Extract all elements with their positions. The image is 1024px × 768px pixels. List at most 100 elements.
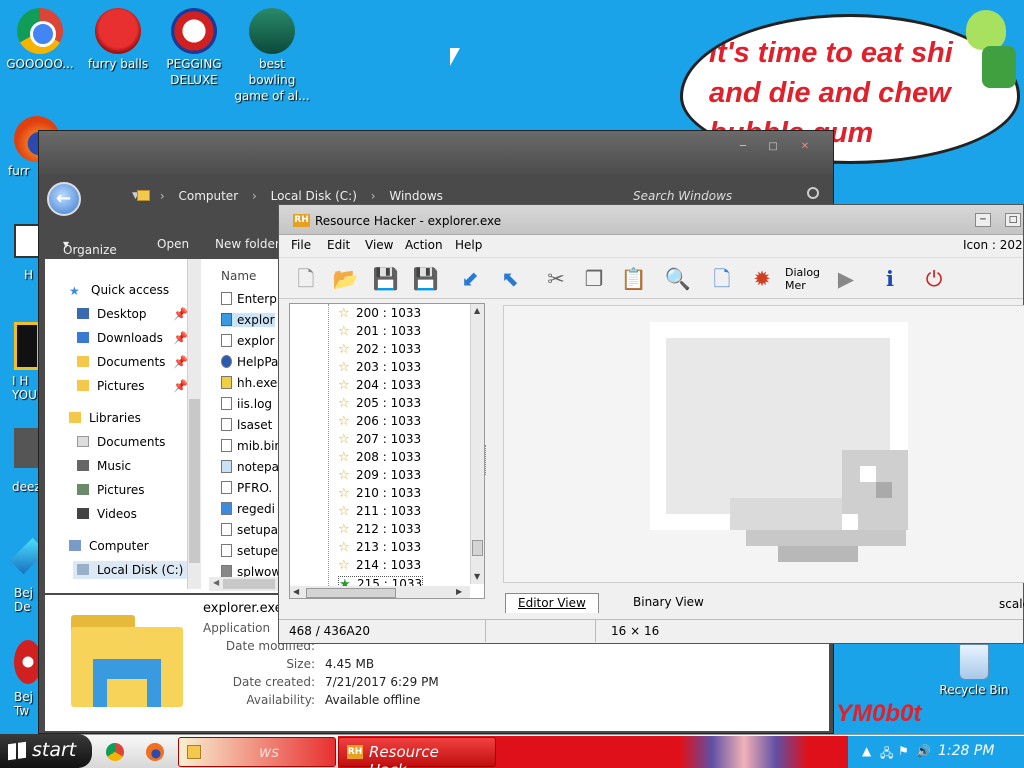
file-item[interactable]: setupa — [221, 523, 278, 537]
nav-lib-music[interactable]: Music — [77, 459, 131, 473]
firefox-taskbar-icon[interactable] — [146, 743, 164, 761]
save-icon[interactable]: 💾 — [371, 264, 401, 294]
forward-arrow-icon[interactable]: ⬉ — [495, 264, 525, 294]
file-item[interactable]: Enterp — [221, 292, 277, 306]
file-item[interactable]: explor — [221, 334, 275, 348]
organize-button[interactable]: Organize ▾ — [63, 237, 117, 257]
nav-pictures[interactable]: Pictures — [77, 379, 145, 393]
scroll-left-icon[interactable]: ◀ — [293, 587, 299, 596]
file-item[interactable]: lsaset — [221, 418, 272, 432]
tree-item[interactable]: ☆ 206 : 1033 — [338, 414, 421, 429]
tree-item[interactable]: ☆ 200 : 1033 — [338, 306, 421, 321]
compile-play-icon[interactable]: ▶ — [831, 264, 861, 294]
power-icon[interactable]: ⏻ — [919, 264, 949, 294]
tree-item[interactable]: ☆ 204 : 1033 — [338, 378, 421, 393]
pin-icon[interactable]: 📌 — [173, 355, 187, 369]
network-icon[interactable]: 🖧 — [880, 744, 893, 765]
file-item[interactable]: HelpPa — [221, 355, 278, 369]
dialog-merger-button[interactable]: Dialog Mer — [785, 266, 820, 292]
find-icon[interactable]: 🔍 — [663, 264, 693, 294]
desktop-icon-furry-balls[interactable]: furry balls — [80, 8, 156, 72]
nav-scrollbar[interactable] — [187, 259, 201, 589]
nav-lib-videos[interactable]: Videos — [77, 507, 137, 521]
back-button[interactable]: ← — [47, 182, 81, 216]
breadcrumb-local-disk[interactable]: Local Disk (C:) — [271, 189, 357, 203]
nav-desktop[interactable]: Desktop — [77, 307, 147, 321]
cut-icon[interactable]: ✂ — [541, 264, 571, 294]
add-resource-icon[interactable]: 🗋 — [707, 264, 737, 294]
file-item[interactable]: regedi — [221, 502, 275, 516]
paste-icon[interactable]: 📋 — [619, 264, 649, 294]
tree-item[interactable]: ☆ 207 : 1033 — [338, 432, 421, 447]
new-file-icon[interactable]: 🗋 — [291, 264, 321, 294]
scroll-right-icon[interactable]: ▶ — [456, 587, 462, 596]
splitter-handle[interactable] — [485, 445, 489, 475]
tree-item[interactable]: ☆ 212 : 1033 — [338, 522, 421, 537]
desktop-icon-pegging[interactable]: PEGGING DELUXE — [156, 8, 232, 88]
tree-item[interactable]: ☆ 214 : 1033 — [338, 558, 421, 573]
tree-scrollbar[interactable]: ▲ ▼ — [470, 304, 484, 584]
pin-icon[interactable]: 📌 — [173, 379, 187, 393]
file-item[interactable]: iis.log — [221, 397, 272, 411]
tab-editor-view[interactable]: Editor View — [505, 593, 599, 613]
copy-icon[interactable]: ❐ — [579, 264, 609, 294]
minimize-icon[interactable]: ─ — [736, 141, 750, 152]
scroll-up-icon[interactable]: ▲ — [474, 306, 480, 315]
desktop-icon-chrome[interactable]: GOOOOO... — [2, 8, 78, 72]
scroll-left-icon[interactable]: ◀ — [213, 578, 219, 587]
tree-item[interactable]: ☆ 210 : 1033 — [338, 486, 421, 501]
desktop-icon-recycle-bin[interactable]: Recycle Bin — [936, 644, 1012, 698]
pin-icon[interactable]: 📌 — [173, 307, 187, 321]
tree-item[interactable]: ☆ 205 : 1033 — [338, 396, 421, 411]
nav-libraries[interactable]: Libraries — [69, 411, 141, 425]
nav-downloads[interactable]: Downloads — [77, 331, 163, 345]
nav-documents[interactable]: Documents — [77, 355, 165, 369]
maximize-icon[interactable]: □ — [766, 141, 780, 152]
taskbar-explorer[interactable]: ws — [178, 737, 336, 767]
nav-lib-documents[interactable]: Documents — [77, 435, 165, 449]
menu-file[interactable]: File — [291, 238, 311, 252]
resource-hacker-window[interactable]: RH Resource Hacker - explorer.exe ─ □ Fi… — [278, 204, 1024, 644]
tree-item[interactable]: ☆ 202 : 1033 — [338, 342, 421, 357]
taskbar-resource-hacker[interactable]: RH Resource Hack... — [338, 737, 496, 768]
nav-lib-pictures[interactable]: Pictures — [77, 483, 145, 497]
tree-item[interactable]: ☆ 213 : 1033 — [338, 540, 421, 555]
pin-icon[interactable]: 📌 — [173, 331, 187, 345]
open-button[interactable]: Open — [157, 237, 189, 251]
desktop-icon-partial[interactable] — [14, 322, 40, 370]
tree-item[interactable]: ☆ 203 : 1033 — [338, 360, 421, 375]
file-item[interactable]: PFRO. — [221, 481, 272, 495]
close-icon[interactable]: ✕ — [798, 141, 812, 152]
file-list-hscrollbar[interactable]: ◀ — [209, 577, 289, 591]
breadcrumb-windows[interactable]: Windows — [389, 189, 443, 203]
volume-icon[interactable]: 🔊 — [916, 744, 931, 758]
nav-quick-access[interactable]: ★ Quick access — [69, 283, 169, 298]
clock[interactable]: 1:28 PM — [938, 743, 994, 759]
flag-icon[interactable]: ⚑ — [898, 744, 909, 758]
new-folder-button[interactable]: New folder — [215, 237, 280, 251]
nav-computer[interactable]: Computer — [69, 539, 149, 553]
tree-item[interactable]: ☆ 211 : 1033 — [338, 504, 421, 519]
desktop-icon-bowling[interactable]: best bowling game of al... — [234, 8, 310, 104]
search-input[interactable]: Search Windows — [633, 189, 732, 203]
breadcrumb-computer[interactable]: Computer — [178, 189, 238, 203]
file-item[interactable]: mib.bin — [221, 439, 282, 453]
explorer-titlebar[interactable] — [39, 131, 833, 175]
start-button[interactable]: start — [0, 734, 92, 768]
search-icon[interactable] — [807, 187, 819, 199]
scroll-down-icon[interactable]: ▼ — [474, 572, 480, 581]
menu-edit[interactable]: Edit — [327, 238, 350, 252]
tree-item[interactable]: ☆ 201 : 1033 — [338, 324, 421, 339]
menu-action[interactable]: Action — [405, 238, 443, 252]
chrome-taskbar-icon[interactable] — [106, 743, 124, 761]
maximize-icon[interactable]: □ — [1005, 213, 1021, 227]
tab-binary-view[interactable]: Binary View — [621, 593, 716, 613]
desktop-icon-partial[interactable] — [14, 428, 38, 468]
tray-expand-icon[interactable]: ▲ — [862, 744, 871, 758]
nav-local-disk[interactable]: Local Disk (C:) — [73, 561, 187, 579]
breadcrumb[interactable]: › Computer › Local Disk (C:) › Windows — [137, 189, 443, 203]
save-as-icon[interactable]: 💾 — [411, 264, 441, 294]
info-icon[interactable]: ℹ — [875, 264, 905, 294]
add-image-resource-icon[interactable]: ✹ — [747, 264, 777, 294]
file-item[interactable]: notepa — [221, 460, 279, 474]
